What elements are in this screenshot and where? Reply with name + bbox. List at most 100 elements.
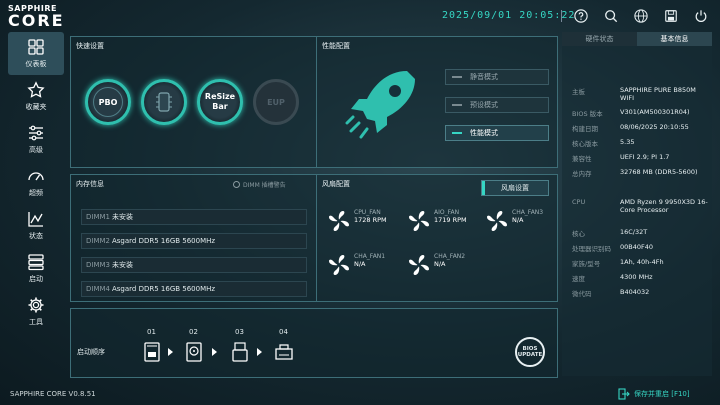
fan-name: CHA_FAN3 [512, 209, 544, 216]
language-icon[interactable] [632, 7, 650, 25]
memory-panel: 内存信息 DIMM 插槽警告 DIMM1 未安装 DIMM2 Asgard DD… [70, 174, 316, 302]
tab-basic-info[interactable]: 基本信息 [637, 32, 712, 46]
info-row: 构建日期 08/06/2025 20:10:55 [572, 123, 710, 133]
fan-value: N/A [512, 216, 524, 224]
fan-item[interactable]: AIO_FAN 1719 RPM [407, 209, 467, 233]
info-value: SAPPHIRE PURE B850M WIFI [620, 86, 696, 102]
save-and-exit-button[interactable]: 保存并重启 [F10] [618, 388, 690, 400]
fan-item[interactable]: CHA_FAN1 N/A [327, 253, 385, 277]
fan-settings-button[interactable]: 风扇设置 [481, 180, 549, 196]
fan-item[interactable]: CHA_FAN2 N/A [407, 253, 465, 277]
info-panel: 硬件状态 基本信息 主板 SAPPHIRE PURE B850M WIFI BIO… [562, 32, 712, 376]
network-icon[interactable] [273, 341, 295, 363]
datetime: 2025/09/01 20:05:22 [442, 10, 576, 21]
sidebar-item-label: 高级 [29, 146, 43, 154]
sidebar-item-favorites[interactable]: 收藏夹 [8, 75, 64, 118]
search-icon[interactable] [602, 7, 620, 25]
fan-value: 1719 RPM [434, 216, 467, 224]
info-key: CPU [572, 198, 586, 206]
fan-icon [329, 255, 349, 275]
info-key: 家族/型号 [572, 260, 601, 268]
mode-default[interactable]: 预设模式 [445, 97, 549, 113]
info-row: CPU AMD Ryzen 9 9950X3D 16-Core Processor [572, 198, 710, 214]
dimm-slot-name: DIMM2 [86, 237, 110, 245]
hdd-icon[interactable] [183, 341, 205, 363]
boot-order-number: 03 [235, 328, 244, 336]
fan-icon [409, 211, 429, 231]
power-icon[interactable] [692, 7, 710, 25]
mode-performance[interactable]: 性能模式 [445, 125, 549, 141]
sidebar-item-label: 超频 [29, 189, 43, 197]
info-value: 4300 MHz [620, 273, 653, 281]
sidebar-item-advanced[interactable]: 高级 [8, 118, 64, 161]
sidebar-item-label: 仪表板 [25, 60, 47, 68]
sidebar-item-boot[interactable]: 启动 [8, 247, 64, 290]
arrow-right-icon [168, 348, 173, 356]
sidebar-item-label: 工具 [29, 318, 43, 326]
info-value: 16C/32T [620, 228, 648, 236]
pbo-toggle[interactable]: PBO [85, 79, 131, 125]
info-row: 核心版本 5.35 [572, 138, 710, 148]
quick-settings-panel: 快速设置 PBO ReSize Bar EUP [70, 36, 316, 168]
memory-toggle[interactable] [141, 79, 187, 125]
arrow-right-icon [212, 348, 217, 356]
info-key: 处理器识别码 [572, 245, 611, 253]
info-value: V301(AM500301R04) [620, 108, 690, 116]
sidebar-item-overclock[interactable]: 超频 [8, 161, 64, 204]
fan-icon [329, 211, 349, 231]
gear-icon [28, 297, 44, 313]
exit-icon [618, 388, 630, 400]
sidebar-item-dashboard[interactable]: 仪表板 [8, 32, 64, 75]
dimm-slot-value: Asgard DDR5 16GB 5600MHz [112, 237, 216, 245]
panel-title: 性能配置 [322, 42, 350, 50]
info-key: 微代码 [572, 290, 592, 298]
resize-bar-toggle[interactable]: ReSize Bar [197, 79, 243, 125]
info-key: 构建日期 [572, 125, 598, 133]
sidebar-item-label: 收藏夹 [25, 103, 47, 111]
dashboard-icon [28, 39, 44, 55]
mode-silent[interactable]: 静音模式 [445, 69, 549, 85]
info-key: 主板 [572, 88, 585, 96]
dimm-warning-toggle[interactable]: DIMM 插槽警告 [233, 180, 286, 189]
fan-item[interactable]: CHA_FAN3 N/A [485, 209, 543, 233]
tab-hardware-status[interactable]: 硬件状态 [562, 32, 637, 46]
help-icon[interactable] [572, 7, 590, 25]
info-row: 速度 4300 MHz [572, 273, 710, 283]
usb-icon[interactable] [229, 341, 251, 363]
info-value: 00B40F40 [620, 243, 654, 251]
fan-icon [487, 211, 507, 231]
sliders-icon [29, 125, 43, 141]
rocket-icon [345, 71, 415, 139]
mode-indicator [452, 76, 462, 78]
boot-order-number: 01 [147, 328, 156, 336]
chart-icon [28, 212, 43, 227]
sidebar-item-label: 状态 [29, 232, 43, 240]
info-value: B404032 [620, 288, 650, 296]
fan-item[interactable]: CPU_FAN 1728 RPM [327, 209, 387, 233]
sidebar-item-tools[interactable]: 工具 [8, 290, 64, 333]
brand-logo: SAPPHIRE CORE [8, 4, 88, 29]
info-key: 速度 [572, 275, 585, 283]
boot-order-label: 启动顺序 [77, 348, 105, 356]
save-icon[interactable] [662, 7, 680, 25]
arrow-right-icon [257, 348, 262, 356]
info-key: BIOS 版本 [572, 110, 603, 118]
mode-label: 静音模式 [470, 73, 498, 81]
bios-update-button[interactable]: BIOS UPDATE [515, 337, 545, 367]
dimm-slot-value: 未安装 [112, 213, 133, 221]
eup-toggle[interactable]: EUP [253, 79, 299, 125]
info-row: 兼容性 UEFI 2.9; PI 1.7 [572, 153, 710, 163]
panel-title: 快速设置 [76, 42, 104, 50]
fan-name: AIO_FAN [434, 209, 460, 216]
info-value: UEFI 2.9; PI 1.7 [620, 153, 670, 161]
eup-label: EUP [267, 97, 285, 107]
sidebar-item-status[interactable]: 状态 [8, 204, 64, 247]
sidebar-item-label: 启动 [29, 275, 43, 283]
nvme-icon[interactable] [141, 341, 163, 363]
mode-indicator [452, 132, 462, 134]
info-row: 处理器识别码 00B40F40 [572, 243, 710, 253]
top-toolbar [572, 7, 710, 25]
info-row: 主板 SAPPHIRE PURE B850M WIFI [572, 86, 710, 102]
info-key: 兼容性 [572, 155, 592, 163]
info-value: 1Ah, 40h-4Fh [620, 258, 664, 266]
